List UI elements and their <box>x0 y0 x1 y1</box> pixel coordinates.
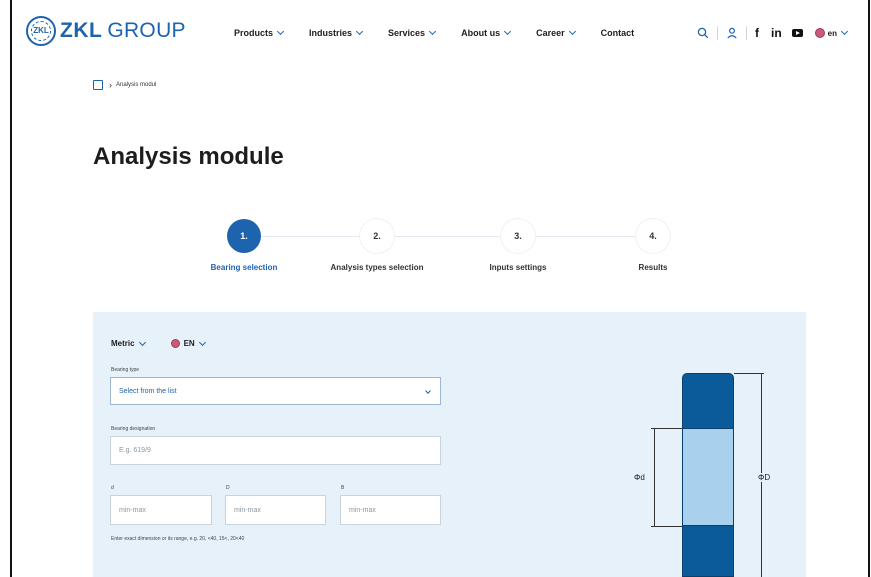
page-title: Analysis module <box>93 143 284 170</box>
chevron-down-icon <box>840 27 849 36</box>
bearing-selection-panel: Metric EN Bearing type Select from the l… <box>93 312 806 577</box>
facebook-icon: f <box>755 26 759 40</box>
breadcrumb: › Analysis modul <box>93 80 156 90</box>
step-2-circle[interactable]: 2. <box>360 219 394 253</box>
stepper-connector <box>394 236 501 237</box>
units-dropdown-label: Metric <box>111 339 135 348</box>
account-button[interactable] <box>726 27 738 39</box>
dimension-d-input[interactable]: min-max <box>110 495 212 525</box>
chevron-down-icon <box>276 27 285 36</box>
linkedin-icon: in <box>771 26 782 40</box>
search-icon <box>697 27 709 39</box>
breadcrumb-current: Analysis modul <box>116 82 157 88</box>
logo-bold-text: ZKL <box>60 19 103 42</box>
page: ZKL ZKL GROUP Products Industries Servic… <box>0 0 871 577</box>
nav-products[interactable]: Products <box>234 27 285 38</box>
chevron-down-icon <box>504 27 512 36</box>
dimension-outer-d-label: D <box>226 485 230 491</box>
panel-language-label: EN <box>183 339 195 348</box>
step-1-label: Bearing selection <box>210 263 278 272</box>
panel-language-dropdown[interactable]: EN <box>170 338 206 348</box>
globe-icon <box>170 339 180 348</box>
chevron-down-icon <box>138 338 146 346</box>
inner-diameter-label: Φd <box>633 473 646 482</box>
nav-services[interactable]: Services <box>388 27 437 38</box>
logo-seal-text: ZKL <box>33 26 49 35</box>
nav-contact[interactable]: Contact <box>601 28 635 38</box>
bearing-type-select[interactable]: Select from the list <box>110 377 441 405</box>
nav-industries[interactable]: Industries <box>309 27 364 38</box>
breadcrumb-separator-icon: › <box>109 80 112 90</box>
inner-diameter-top-tick <box>651 428 682 429</box>
units-dropdown[interactable]: Metric <box>111 338 146 348</box>
nav-products-label: Products <box>234 28 274 38</box>
dimension-b-label: B <box>341 485 345 491</box>
nav-about-us[interactable]: About us <box>461 27 512 38</box>
stepper-connector <box>262 236 360 237</box>
main-nav: Products Industries Services About us Ca… <box>234 27 660 38</box>
dimension-b-placeholder: min-max <box>349 506 376 514</box>
bearing-designation-placeholder: E.g. 619/9 <box>119 447 151 454</box>
site-header: ZKL ZKL GROUP Products Industries Servic… <box>12 0 868 62</box>
dimension-outer-d-placeholder: min-max <box>234 506 261 514</box>
inner-diameter-line <box>654 428 655 526</box>
bearing-inner-bore <box>683 428 733 526</box>
header-tools: f in en <box>697 24 849 42</box>
panel-options: Metric EN <box>111 338 231 348</box>
language-label: en <box>827 28 838 38</box>
step-1-circle[interactable]: 1. <box>227 219 261 253</box>
chevron-down-icon <box>198 338 206 346</box>
chevron-down-icon <box>429 27 437 36</box>
bearing-type-value: Select from the list <box>119 387 177 395</box>
chevron-down-icon <box>568 27 576 36</box>
nav-career-label: Career <box>536 28 565 38</box>
facebook-link[interactable]: f <box>755 26 759 40</box>
bearing-designation-label: Bearing designation <box>111 426 156 432</box>
logo-seal-icon: ZKL <box>26 16 56 46</box>
youtube-icon <box>791 29 803 37</box>
window-left-border <box>10 0 12 577</box>
logo-light-text: GROUP <box>107 19 186 42</box>
dimension-d-label: d <box>111 485 114 491</box>
bearing-cross-section-diagram <box>682 373 734 577</box>
language-selector[interactable]: en <box>814 27 849 38</box>
outer-diameter-top-tick <box>734 373 764 374</box>
search-button[interactable] <box>697 27 709 39</box>
user-icon <box>727 27 737 39</box>
globe-icon <box>814 28 825 38</box>
nav-services-label: Services <box>388 28 426 38</box>
step-3-circle[interactable]: 3. <box>501 219 535 253</box>
dimension-b-input[interactable]: min-max <box>340 495 441 525</box>
chevron-down-icon <box>355 27 364 36</box>
dimension-outer-d-input[interactable]: min-max <box>225 495 326 525</box>
zkl-logo[interactable]: ZKL ZKL GROUP <box>26 16 186 46</box>
nav-about-us-label: About us <box>461 28 501 38</box>
home-icon[interactable] <box>93 80 103 90</box>
step-4-label: Results <box>638 263 668 272</box>
youtube-link[interactable] <box>791 29 803 37</box>
nav-industries-label: Industries <box>309 28 353 38</box>
step-4-circle[interactable]: 4. <box>636 219 670 253</box>
bearing-type-label: Bearing type <box>111 367 140 373</box>
outer-diameter-label: ΦD <box>757 473 772 482</box>
window-right-border <box>868 0 870 577</box>
header-divider <box>717 26 718 40</box>
step-3-label: Inputs settings <box>489 263 547 272</box>
chevron-down-icon <box>425 388 431 394</box>
header-divider <box>746 26 747 40</box>
step-2-label: Analysis types selection <box>330 263 424 272</box>
inner-diameter-bottom-tick <box>651 526 682 527</box>
stepper-connector <box>535 236 636 237</box>
dimension-d-placeholder: min-max <box>119 506 146 514</box>
bearing-designation-input[interactable]: E.g. 619/9 <box>110 436 441 465</box>
linkedin-link[interactable]: in <box>771 26 782 40</box>
nav-contact-label: Contact <box>600 28 635 38</box>
nav-career[interactable]: Career <box>536 27 576 38</box>
dimension-hint: Enter exact dimension or its range, e.g.… <box>111 536 245 542</box>
